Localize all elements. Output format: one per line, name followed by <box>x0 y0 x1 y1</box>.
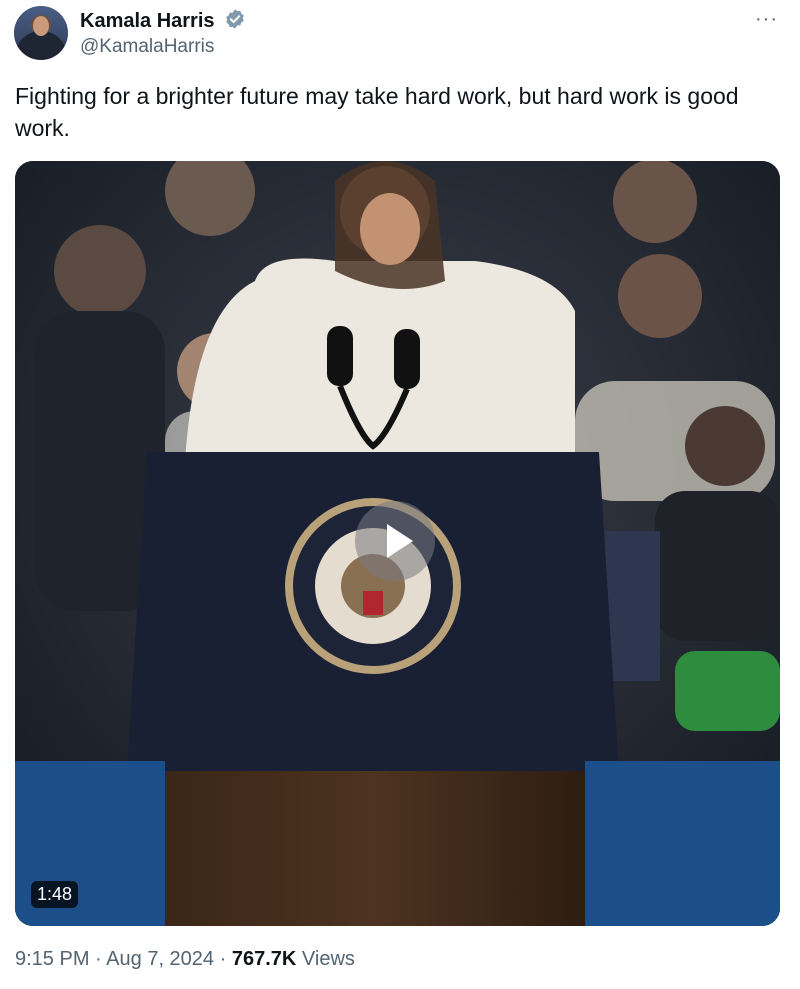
author-handle[interactable]: @KamalaHarris <box>80 36 214 58</box>
views-count: 767.7K <box>231 948 297 970</box>
video-player[interactable]: 1:48 <box>15 161 780 926</box>
avatar[interactable] <box>14 6 68 60</box>
author-name[interactable]: Kamala Harris <box>80 8 246 36</box>
tweet-time[interactable]: 9:15 PM <box>15 948 89 970</box>
meta-separator: · <box>219 948 227 970</box>
author-name-text: Kamala Harris <box>80 10 215 32</box>
tweet-meta: 9:15 PM · Aug 7, 2024 · 767.7K Views <box>15 948 355 971</box>
views-label: Views <box>301 948 355 970</box>
meta-separator: · <box>95 948 102 970</box>
play-icon <box>387 524 413 558</box>
video-duration: 1:48 <box>31 881 79 908</box>
play-button[interactable] <box>355 501 435 581</box>
verified-badge-icon <box>224 8 246 36</box>
avatar-face <box>33 16 49 36</box>
more-options-icon[interactable]: ··· <box>755 8 778 31</box>
tweet-date[interactable]: Aug 7, 2024 <box>106 948 214 970</box>
tweet-text: Fighting for a brighter future may take … <box>15 83 739 141</box>
